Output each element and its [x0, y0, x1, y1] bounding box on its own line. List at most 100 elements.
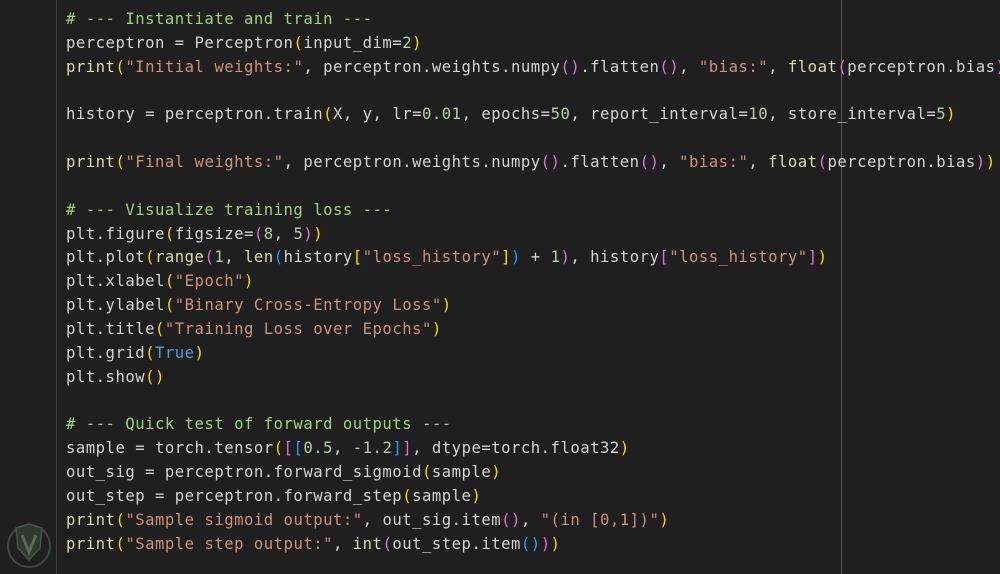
- code-line[interactable]: [66, 127, 1000, 151]
- code-line[interactable]: sample = torch.tensor([[0.5, -1.2]], dty…: [66, 437, 1000, 461]
- code-token: (: [145, 343, 155, 362]
- code-line[interactable]: [66, 390, 1000, 414]
- code-token: (: [164, 224, 175, 243]
- code-token: (: [323, 105, 333, 124]
- code-token: "Final weights:": [125, 153, 284, 172]
- code-token: , dtype=torch.float32: [412, 439, 620, 458]
- code-token: 8: [263, 224, 274, 243]
- shield-v-logo-icon: [6, 518, 52, 570]
- code-token: ,: [659, 153, 680, 172]
- code-token: "(in [0,1])": [540, 510, 660, 529]
- code-token: print: [66, 57, 116, 76]
- code-token: float: [768, 153, 818, 172]
- code-line[interactable]: print("Final weights:", perceptron.weigh…: [66, 151, 1000, 175]
- code-line[interactable]: plt.ylabel("Binary Cross-Entropy Loss"): [66, 294, 1000, 318]
- code-token: perceptron.bias: [847, 57, 996, 76]
- code-token: "bias:": [698, 57, 769, 76]
- code-area[interactable]: # --- Instantiate and train --- perceptro…: [66, 8, 1000, 556]
- code-token: ,: [768, 57, 788, 76]
- code-token: (: [253, 224, 264, 243]
- code-token: , perceptron.weights.numpy: [303, 57, 561, 76]
- indent-guide: [56, 0, 57, 574]
- code-token: # --- Instantiate and train ---: [66, 10, 373, 28]
- code-token: "Training Loss over Epochs": [164, 319, 432, 338]
- code-token: (: [164, 296, 175, 315]
- code-token: (): [659, 57, 680, 76]
- code-token: (: [115, 510, 126, 529]
- code-token: plt.title: [66, 319, 155, 338]
- code-token: (: [273, 248, 284, 267]
- code-line[interactable]: print("Sample step output:", int(out_ste…: [66, 533, 1000, 557]
- code-token: "Sample sigmoid output:": [125, 510, 363, 529]
- code-token: plt.xlabel: [66, 272, 165, 291]
- code-token: "Sample step output:": [125, 534, 333, 553]
- code-token: ,: [333, 534, 353, 553]
- code-token: (: [382, 534, 393, 553]
- code-token: , report_interval=: [570, 105, 749, 124]
- code-line[interactable]: plt.title("Training Loss over Epochs"): [66, 318, 1000, 342]
- code-token: figsize=: [174, 224, 254, 243]
- code-line[interactable]: out_step = perceptron.forward_step(sampl…: [66, 485, 1000, 509]
- code-line[interactable]: # --- Quick test of forward outputs ---: [66, 413, 1000, 437]
- code-token: plt.ylabel: [66, 296, 165, 315]
- code-line[interactable]: plt.show(): [66, 366, 1000, 390]
- code-token: (: [145, 248, 155, 267]
- code-line[interactable]: perceptron = Perceptron(input_dim=2): [66, 32, 1000, 56]
- code-token: "bias:": [679, 153, 749, 172]
- code-token: (): [145, 367, 165, 386]
- code-token: (: [115, 57, 126, 76]
- code-token: , store_interval=: [768, 105, 937, 124]
- code-token: (): [501, 510, 521, 529]
- code-token: sample: [412, 486, 472, 505]
- code-token: .flatten: [580, 57, 660, 76]
- code-token: sample: [431, 463, 492, 482]
- code-token: (: [293, 33, 304, 52]
- code-line[interactable]: plt.xlabel("Epoch"): [66, 270, 1000, 294]
- code-token: plt.grid: [66, 343, 146, 362]
- code-token: sample = torch.tensor: [66, 439, 274, 458]
- code-token: ]: [402, 439, 413, 458]
- code-token: "loss_history": [669, 248, 808, 267]
- code-line[interactable]: print("Initial weights:", perceptron.wei…: [66, 56, 1000, 80]
- code-line[interactable]: # --- Visualize training loss ---: [66, 199, 1000, 223]
- code-token: ): [817, 248, 828, 267]
- code-line[interactable]: print("Sample sigmoid output:", out_sig.…: [66, 509, 1000, 533]
- code-line[interactable]: history = perceptron.train(X, y, lr=0.01…: [66, 103, 1000, 127]
- code-token: out_step = perceptron.forward_step: [66, 486, 403, 505]
- code-line[interactable]: [66, 175, 1000, 199]
- code-line[interactable]: plt.grid(True): [66, 342, 1000, 366]
- code-token: ): [244, 272, 254, 291]
- code-token: (: [837, 57, 848, 76]
- code-token: 50: [550, 105, 571, 124]
- code-token: input_dim=: [303, 33, 403, 52]
- code-line[interactable]: [66, 80, 1000, 104]
- code-token: out_step.item: [392, 534, 521, 553]
- code-token: "Binary Cross-Entropy Loss": [174, 296, 442, 315]
- code-token: (: [402, 486, 413, 505]
- code-token: ): [441, 296, 452, 315]
- code-token: ): [431, 319, 442, 338]
- code-token: (): [540, 153, 561, 172]
- code-token: ): [313, 224, 324, 243]
- code-line[interactable]: plt.plot(range(1, len(history["loss_hist…: [66, 246, 1000, 270]
- code-token: 5: [293, 224, 304, 243]
- code-line[interactable]: plt.figure(figsize=(8, 5)): [66, 223, 1000, 247]
- code-token: print: [66, 510, 116, 529]
- code-token: ): [975, 153, 986, 172]
- code-token: [: [352, 248, 363, 267]
- code-token: ,: [333, 439, 353, 458]
- code-token: int: [352, 534, 383, 553]
- code-token: +: [520, 248, 551, 267]
- code-line[interactable]: out_sig = perceptron.forward_sigmoid(sam…: [66, 461, 1000, 485]
- code-token: 1: [550, 248, 561, 267]
- code-token: (: [164, 272, 175, 291]
- code-token: # --- Visualize training loss ---: [66, 200, 393, 219]
- code-editor[interactable]: # --- Instantiate and train --- perceptro…: [0, 0, 1000, 574]
- code-token: (: [421, 463, 432, 482]
- code-token: , epochs=: [461, 105, 551, 124]
- code-line[interactable]: # --- Instantiate and train ---: [66, 8, 1000, 32]
- code-token: 5: [936, 105, 947, 124]
- code-token: perceptron.bias: [827, 153, 976, 172]
- code-token: (: [155, 319, 165, 338]
- code-token: ]: [501, 248, 512, 267]
